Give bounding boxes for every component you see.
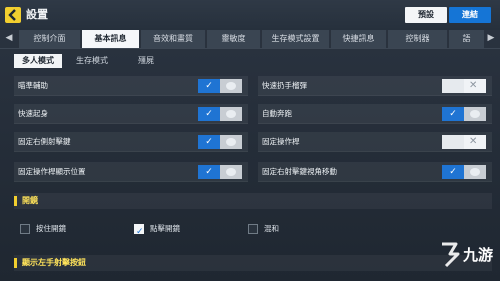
checkbox-icon[interactable] (248, 224, 258, 234)
section-marker (14, 196, 17, 206)
setting-row-quick-getup: 快速起身 ✓ (14, 104, 248, 124)
page-title: 設置 (26, 8, 48, 21)
option-mixed[interactable]: 混和 (248, 221, 358, 237)
back-arrow-icon[interactable] (4, 6, 22, 24)
tab-next-icon[interactable]: ▶ (486, 32, 496, 44)
setting-label: 自動奔跑 (262, 109, 292, 118)
quick-grenade-toggle[interactable]: ✕ (442, 79, 488, 93)
check-icon: ✓ (198, 135, 220, 149)
tab-survival-settings[interactable]: 生存模式設置 (261, 30, 329, 48)
tab-language[interactable]: 語 (448, 30, 484, 48)
setting-row-fire-button-view-move: 固定右射擊鍵視角移動 ✓ (258, 162, 492, 182)
setting-label: 固定操作桿 (262, 137, 300, 146)
auto-run-toggle[interactable]: ✓ (442, 107, 488, 121)
tab-divider (0, 48, 500, 49)
connect-button[interactable]: 連結 (449, 7, 491, 23)
option-hold-to-scope[interactable]: 按住開鏡 (20, 221, 130, 237)
watermark-text: 九游 (463, 246, 494, 264)
setting-label: 快速扔手榴彈 (262, 81, 307, 90)
setting-label: 瞄準輔助 (18, 81, 48, 90)
tab-quick-messages[interactable]: 快捷訊息 (330, 30, 386, 48)
tab-audio-graphics[interactable]: 音效和畫質 (140, 30, 205, 48)
subtab-zombie[interactable]: 殭屍 (124, 54, 168, 68)
section-title: 顯示左手射擊按鈕 (22, 258, 86, 267)
close-icon: ✕ (469, 136, 478, 147)
tab-sensitivity[interactable]: 靈敏度 (206, 30, 260, 48)
close-icon: ✕ (469, 80, 478, 91)
fix-joystick-position-toggle[interactable]: ✓ (198, 165, 244, 179)
option-label: 混和 (264, 224, 279, 233)
setting-label: 固定右射擊鍵視角移動 (262, 167, 337, 176)
setting-row-fix-joystick: 固定操作桿 ✕ (258, 132, 492, 152)
setting-row-auto-run: 自動奔跑 ✓ (258, 104, 492, 124)
checkbox-checked-icon[interactable] (134, 224, 144, 240)
check-icon: ✓ (198, 107, 220, 121)
tab-basic-info[interactable]: 基本訊息 (81, 30, 139, 48)
setting-label: 快速起身 (18, 109, 48, 118)
section-header-left-fire: 顯示左手射擊按鈕 (14, 255, 492, 271)
option-label: 點擊開鏡 (150, 224, 180, 233)
tab-controller[interactable]: 控制器 (387, 30, 447, 48)
setting-row-aim-assist: 瞄準輔助 ✓ (14, 76, 248, 96)
check-icon: ✓ (442, 107, 464, 121)
option-tap-to-scope[interactable]: 點擊開鏡 (134, 221, 244, 240)
aim-assist-toggle[interactable]: ✓ (198, 79, 244, 93)
subtab-multiplayer[interactable]: 多人模式 (14, 54, 62, 68)
quick-getup-toggle[interactable]: ✓ (198, 107, 244, 121)
setting-row-fix-joystick-position: 固定操作桿顯示位置 ✓ (14, 162, 248, 182)
fire-button-view-move-toggle[interactable]: ✓ (442, 165, 488, 179)
option-label: 按住開鏡 (36, 224, 66, 233)
setting-row-quick-grenade: 快速扔手榴彈 ✕ (258, 76, 492, 96)
setting-row-fix-right-fire: 固定右側射擊鍵 ✓ (14, 132, 248, 152)
checkbox-icon[interactable] (20, 224, 30, 234)
tab-bar: ◀ 控制介面 基本訊息 音效和畫質 靈敏度 生存模式設置 快捷訊息 控制器 語 … (0, 28, 500, 48)
tab-control-ui[interactable]: 控制介面 (18, 30, 80, 48)
tab-prev-icon[interactable]: ◀ (4, 32, 14, 44)
setting-label: 固定右側射擊鍵 (18, 137, 71, 146)
fix-joystick-toggle[interactable]: ✕ (442, 135, 488, 149)
section-marker (14, 258, 17, 268)
section-title: 開鏡 (22, 196, 38, 205)
fix-right-fire-toggle[interactable]: ✓ (198, 135, 244, 149)
check-icon: ✓ (198, 165, 220, 179)
preset-button[interactable]: 預設 (405, 7, 447, 23)
subtab-survival[interactable]: 生存模式 (66, 54, 118, 68)
check-icon: ✓ (442, 165, 464, 179)
setting-label: 固定操作桿顯示位置 (18, 167, 86, 176)
section-header-scope: 開鏡 (14, 193, 492, 209)
check-icon: ✓ (198, 79, 220, 93)
